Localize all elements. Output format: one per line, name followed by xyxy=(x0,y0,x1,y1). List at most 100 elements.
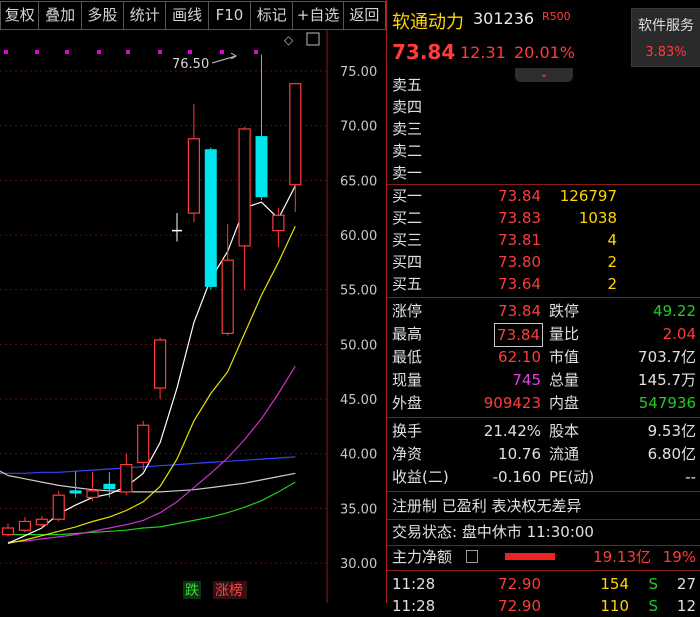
fund-label: 收益(二) xyxy=(392,468,449,486)
ask-row: 卖五 xyxy=(387,74,700,96)
toolbar-button-restore-rights[interactable]: 复权 xyxy=(0,1,40,30)
bid-label: 买二 xyxy=(392,209,423,227)
candle-body xyxy=(289,83,302,186)
bid-price: 73.64 xyxy=(498,275,541,293)
chart-grid xyxy=(0,70,327,564)
stat-value: 745 xyxy=(512,371,541,389)
rank-tag[interactable]: 涨榜 xyxy=(215,582,243,599)
tick-side: S xyxy=(648,597,658,615)
candle[interactable] xyxy=(86,472,99,501)
toolbar-button-add-watchlist[interactable]: +自选 xyxy=(293,1,344,30)
stat-label: 最低 xyxy=(392,348,423,366)
candle-body xyxy=(18,520,31,531)
high-price-label: 76.50 xyxy=(172,57,209,72)
stat-value: 145.7万 xyxy=(638,371,696,389)
candlestick-chart[interactable]: 75.00 70.00 65.00 60.00 55.00 50.00 45.00 40.00… xyxy=(0,30,386,603)
candle[interactable] xyxy=(1,523,15,537)
bid-volume: 4 xyxy=(607,231,617,249)
stat-value: 703.7亿 xyxy=(638,348,696,366)
candle[interactable] xyxy=(238,126,251,290)
bid-row: 买一 73.84 126797 xyxy=(387,185,700,207)
marker-dot xyxy=(4,50,8,54)
toolbar-button-back[interactable]: 返回 xyxy=(343,1,387,30)
tick-volume: 154 xyxy=(600,575,629,593)
candle[interactable] xyxy=(272,207,285,248)
price-tick-label: 30.00 xyxy=(340,557,377,572)
fund-row: 净资 10.76 流通 6.80亿 xyxy=(387,443,700,465)
price-tick-label: 35.00 xyxy=(340,502,377,517)
candle-body xyxy=(69,490,82,494)
stat-label: 现量 xyxy=(392,371,423,389)
bid-volume: 2 xyxy=(607,253,617,271)
margin-badge: R500 xyxy=(542,10,571,23)
ma-line-gray xyxy=(7,472,296,493)
candle[interactable] xyxy=(35,515,48,529)
candle-body xyxy=(238,128,251,247)
ask-row: 卖四 xyxy=(387,96,700,118)
ask-row: 卖三 xyxy=(387,118,700,140)
price-axis: 75.00 70.00 65.00 60.00 55.00 50.00 45.00 40.00… xyxy=(340,65,377,572)
fund-value: 21.42% xyxy=(483,422,541,440)
fund-value: 10.76 xyxy=(498,445,541,463)
candle-body xyxy=(35,518,48,526)
stat-row: 涨停 73.84 跌停 49.22 xyxy=(387,300,700,322)
price-tick-label: 70.00 xyxy=(340,120,377,135)
candle[interactable] xyxy=(204,147,217,290)
candle[interactable] xyxy=(154,337,167,399)
price-tick-label: 40.00 xyxy=(340,448,377,463)
stat-label: 内盘 xyxy=(549,394,580,412)
bid-volume: 2 xyxy=(607,275,617,293)
candle-body xyxy=(272,214,285,232)
price-tick-label: 55.00 xyxy=(340,284,377,299)
top-marker-dots xyxy=(4,50,258,54)
marker-dot xyxy=(35,50,39,54)
ask-label: 卖三 xyxy=(392,120,423,138)
sector-button[interactable]: 软件服务 3.83% xyxy=(631,8,700,67)
fund-row: 收益(二) -0.160 PE(动) -- xyxy=(387,466,700,488)
toolbar-button-multi-stock[interactable]: 多股 xyxy=(81,1,125,30)
registration-text: 注册制 已盈利 表决权无差异 xyxy=(392,497,582,515)
stat-value: 62.10 xyxy=(498,348,541,366)
candle-body xyxy=(120,464,133,493)
candle[interactable] xyxy=(120,453,133,496)
toolbar-button-statistics[interactable]: 统计 xyxy=(124,1,167,30)
expand-icon[interactable] xyxy=(306,32,320,46)
toolbar-button-overlay[interactable]: 叠加 xyxy=(39,1,82,30)
toolbar-button-f10[interactable]: F10 xyxy=(208,1,252,30)
down-tag[interactable]: 跌 xyxy=(185,583,199,599)
stat-value: 73.84 xyxy=(494,323,543,347)
marker-dot xyxy=(158,50,162,54)
price-change: 12.31 xyxy=(460,43,506,62)
candle-body xyxy=(255,136,268,198)
candle[interactable] xyxy=(172,213,182,242)
toolbar-button-draw-line[interactable]: 画线 xyxy=(166,1,209,30)
sector-name: 软件服务 xyxy=(638,18,694,34)
fund-label: 换手 xyxy=(392,422,423,440)
diamond-icon[interactable]: ◇ xyxy=(284,33,294,47)
ask-label: 卖四 xyxy=(392,98,423,116)
fund-label: 流通 xyxy=(549,445,580,463)
ask-label: 卖五 xyxy=(392,76,423,94)
candle[interactable] xyxy=(255,54,268,201)
stat-value: 73.84 xyxy=(498,302,541,320)
tick-side: S xyxy=(648,575,658,593)
tick-count: 27 xyxy=(676,575,696,593)
tick-price: 72.90 xyxy=(498,575,541,593)
stock-name: 软通动力 xyxy=(392,12,464,33)
candle[interactable] xyxy=(69,471,82,498)
price-tick-label: 65.00 xyxy=(340,174,377,189)
stat-label: 最高 xyxy=(392,325,423,343)
fund-value: -- xyxy=(685,468,696,486)
candle[interactable] xyxy=(18,517,31,533)
tick-volume: 110 xyxy=(600,597,629,615)
candle[interactable] xyxy=(52,490,65,522)
sector-pct: 3.83% xyxy=(645,45,687,60)
toolbar-button-mark[interactable]: 标记 xyxy=(251,1,294,30)
candle[interactable] xyxy=(103,472,116,498)
list-icon[interactable] xyxy=(466,550,478,563)
candle[interactable] xyxy=(187,103,200,222)
fund-value: -0.160 xyxy=(492,468,541,486)
registration-info: 注册制 已盈利 表决权无差异 xyxy=(387,495,700,517)
candle[interactable] xyxy=(137,420,150,471)
bid-price: 73.83 xyxy=(498,209,541,227)
